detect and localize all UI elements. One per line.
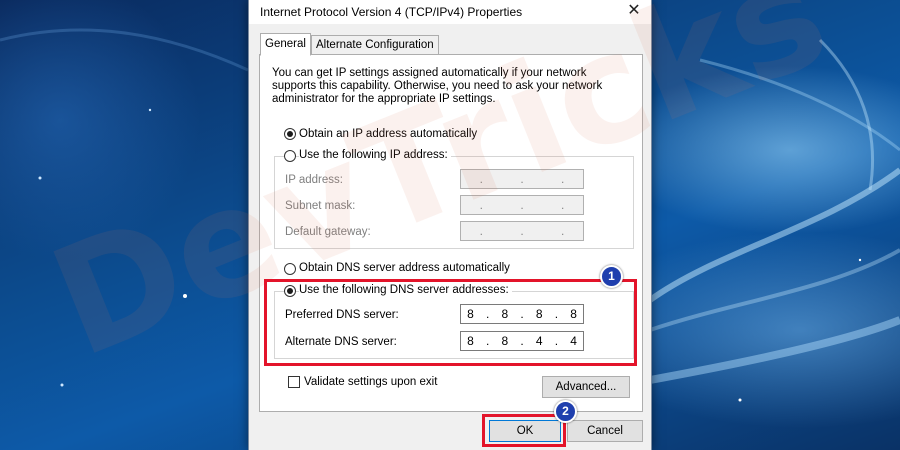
label-validate-settings: Validate settings upon exit — [304, 376, 438, 388]
description-text: You can get IP settings assigned automat… — [272, 67, 603, 105]
radio-obtain-ip-auto[interactable] — [284, 128, 296, 140]
label-use-following-ip: Use the following IP address: — [299, 149, 451, 161]
dialog-title: Internet Protocol Version 4 (TCP/IPv4) P… — [260, 5, 523, 19]
default-gateway-field[interactable]: ... — [460, 221, 584, 241]
label-default-gateway: Default gateway: — [285, 226, 371, 238]
step-2-badge: 2 — [554, 400, 577, 423]
label-obtain-ip-auto: Obtain an IP address automatically — [299, 128, 478, 140]
ok-highlight-box — [482, 414, 566, 447]
radio-obtain-dns-auto[interactable] — [284, 263, 296, 275]
subnet-mask-field[interactable]: ... — [460, 195, 584, 215]
advanced-button[interactable]: Advanced... — [542, 376, 630, 398]
step-1-badge: 1 — [600, 265, 623, 288]
label-obtain-dns-auto: Obtain DNS server address automatically — [299, 262, 510, 274]
cancel-button[interactable]: Cancel — [567, 420, 643, 442]
ip-address-field[interactable]: ... — [460, 169, 584, 189]
validate-checkbox[interactable] — [288, 376, 300, 388]
tab-general[interactable]: General — [260, 33, 311, 56]
title-bar[interactable]: Internet Protocol Version 4 (TCP/IPv4) P… — [249, 0, 651, 24]
dns-highlight-box — [264, 279, 637, 366]
label-subnet-mask: Subnet mask: — [285, 200, 356, 212]
radio-use-following-ip[interactable] — [284, 150, 296, 162]
label-ip-address: IP address: — [285, 174, 343, 186]
ipv4-properties-dialog: Internet Protocol Version 4 (TCP/IPv4) P… — [248, 0, 652, 450]
close-icon[interactable]: ✕ — [623, 2, 645, 22]
tab-alternate-configuration[interactable]: Alternate Configuration — [311, 35, 439, 55]
